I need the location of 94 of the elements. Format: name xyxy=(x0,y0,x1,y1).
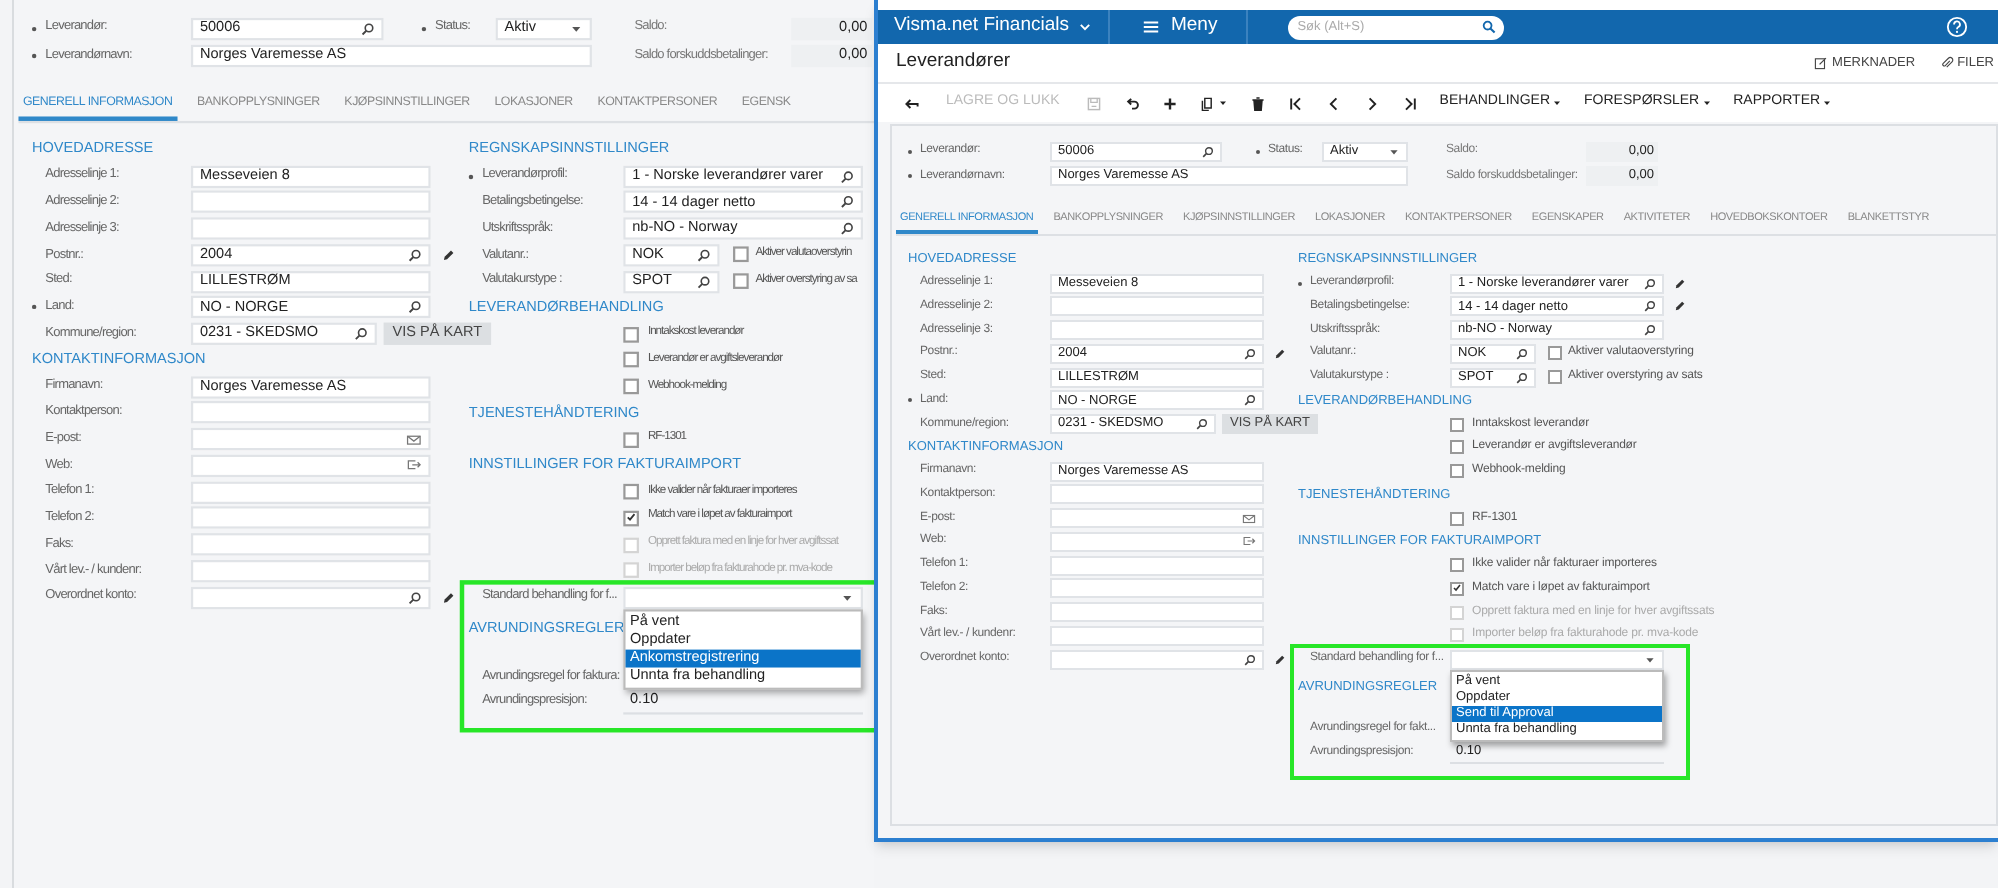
input-field[interactable] xyxy=(190,559,431,583)
search-icon[interactable] xyxy=(1644,277,1656,290)
input-field[interactable] xyxy=(190,586,431,609)
search-icon[interactable] xyxy=(1644,324,1656,337)
add-icon[interactable] xyxy=(1161,95,1178,111)
checkbox[interactable] xyxy=(733,273,749,290)
input-field[interactable] xyxy=(1050,484,1264,505)
search-icon[interactable] xyxy=(1244,653,1256,666)
page-title: Leverandører xyxy=(896,48,1011,77)
dropdown-caret-icon xyxy=(569,21,583,36)
search-icon[interactable] xyxy=(1516,347,1528,360)
search-icon[interactable] xyxy=(840,169,854,183)
input-field[interactable] xyxy=(1050,296,1264,317)
edit-icon[interactable] xyxy=(441,248,456,262)
input-field[interactable] xyxy=(1050,649,1264,670)
caret-icon xyxy=(1217,98,1228,108)
input-field[interactable] xyxy=(1050,602,1264,623)
search-icon[interactable] xyxy=(1244,347,1256,360)
checkbox[interactable] xyxy=(1450,511,1464,526)
paperclip-icon xyxy=(1939,56,1954,70)
first-page-icon[interactable] xyxy=(1287,95,1304,111)
open-link-icon[interactable] xyxy=(406,457,422,474)
edit-icon[interactable] xyxy=(441,590,456,604)
checkbox[interactable] xyxy=(1450,440,1464,455)
dropdown-caret-icon xyxy=(1388,145,1400,158)
dropdown-caret-icon xyxy=(1644,653,1656,666)
input-field[interactable] xyxy=(190,454,431,477)
help-icon xyxy=(1945,16,1967,38)
mail-icon[interactable] xyxy=(1242,511,1256,526)
input-field[interactable] xyxy=(1050,625,1264,646)
help-button[interactable] xyxy=(1942,13,1970,41)
search-icon[interactable] xyxy=(840,195,854,210)
search-icon[interactable] xyxy=(408,590,422,604)
edit-icon[interactable] xyxy=(1274,653,1286,666)
input-field[interactable] xyxy=(190,428,431,451)
checkbox[interactable] xyxy=(1450,464,1464,479)
checkbox[interactable] xyxy=(1450,581,1464,596)
checkbox[interactable] xyxy=(1548,370,1562,385)
checkbox[interactable] xyxy=(1450,417,1464,432)
edit-icon[interactable] xyxy=(1274,347,1286,360)
search-icon[interactable] xyxy=(840,222,854,236)
checkbox[interactable] xyxy=(733,247,749,263)
input-field[interactable] xyxy=(190,217,431,240)
search-icon[interactable] xyxy=(697,274,711,289)
checkbox[interactable] xyxy=(623,510,639,527)
search-icon[interactable] xyxy=(697,248,711,262)
edit-icon[interactable] xyxy=(1674,300,1686,313)
input-field[interactable] xyxy=(190,401,431,425)
delete-icon[interactable] xyxy=(1249,95,1266,111)
chevron-down-icon xyxy=(1078,20,1093,34)
input-field[interactable] xyxy=(190,533,431,556)
search-icon[interactable] xyxy=(1202,145,1214,158)
input-field[interactable] xyxy=(1050,508,1264,529)
checkbox[interactable] xyxy=(1450,558,1464,573)
input-field[interactable] xyxy=(1050,320,1264,341)
checkbox[interactable] xyxy=(623,326,639,342)
caret-icon xyxy=(1552,98,1563,108)
checkbox[interactable] xyxy=(623,484,639,500)
edit-icon[interactable] xyxy=(1674,277,1686,290)
menu-icon xyxy=(1142,18,1161,36)
input-field[interactable] xyxy=(1450,649,1664,670)
input-field[interactable] xyxy=(623,586,863,609)
note-icon xyxy=(1814,56,1829,70)
input-field[interactable] xyxy=(1050,578,1264,599)
input-field[interactable] xyxy=(190,507,431,530)
undo-icon[interactable] xyxy=(1123,95,1140,111)
search-icon[interactable] xyxy=(1196,418,1208,431)
search-icon[interactable] xyxy=(1516,371,1528,384)
search-icon[interactable] xyxy=(354,327,368,341)
open-link-icon[interactable] xyxy=(1242,534,1256,549)
search-icon[interactable] xyxy=(1481,20,1496,34)
checkbox[interactable] xyxy=(623,352,639,369)
search-icon[interactable] xyxy=(1644,300,1656,313)
search-icon[interactable] xyxy=(361,21,375,36)
copy-button[interactable] xyxy=(1199,95,1228,111)
copy-icon xyxy=(1199,95,1216,111)
checkbox[interactable] xyxy=(623,378,639,395)
mail-icon[interactable] xyxy=(406,431,422,448)
checkbox[interactable] xyxy=(623,431,639,448)
caret-icon xyxy=(1701,98,1712,108)
back-arrow-icon[interactable] xyxy=(904,95,920,111)
previous-icon[interactable] xyxy=(1325,95,1342,111)
last-page-icon[interactable] xyxy=(1401,95,1418,111)
search-icon[interactable] xyxy=(1244,394,1256,407)
next-icon[interactable] xyxy=(1363,95,1380,111)
input-field[interactable] xyxy=(190,191,431,214)
search-icon[interactable] xyxy=(408,248,422,262)
dropdown-caret-icon xyxy=(840,590,854,604)
input-field[interactable] xyxy=(1050,555,1264,576)
checkbox[interactable] xyxy=(1548,346,1562,361)
caret-icon xyxy=(1822,98,1833,108)
input-field[interactable] xyxy=(1050,531,1264,552)
search-icon[interactable] xyxy=(408,301,422,315)
input-field[interactable] xyxy=(190,480,431,504)
